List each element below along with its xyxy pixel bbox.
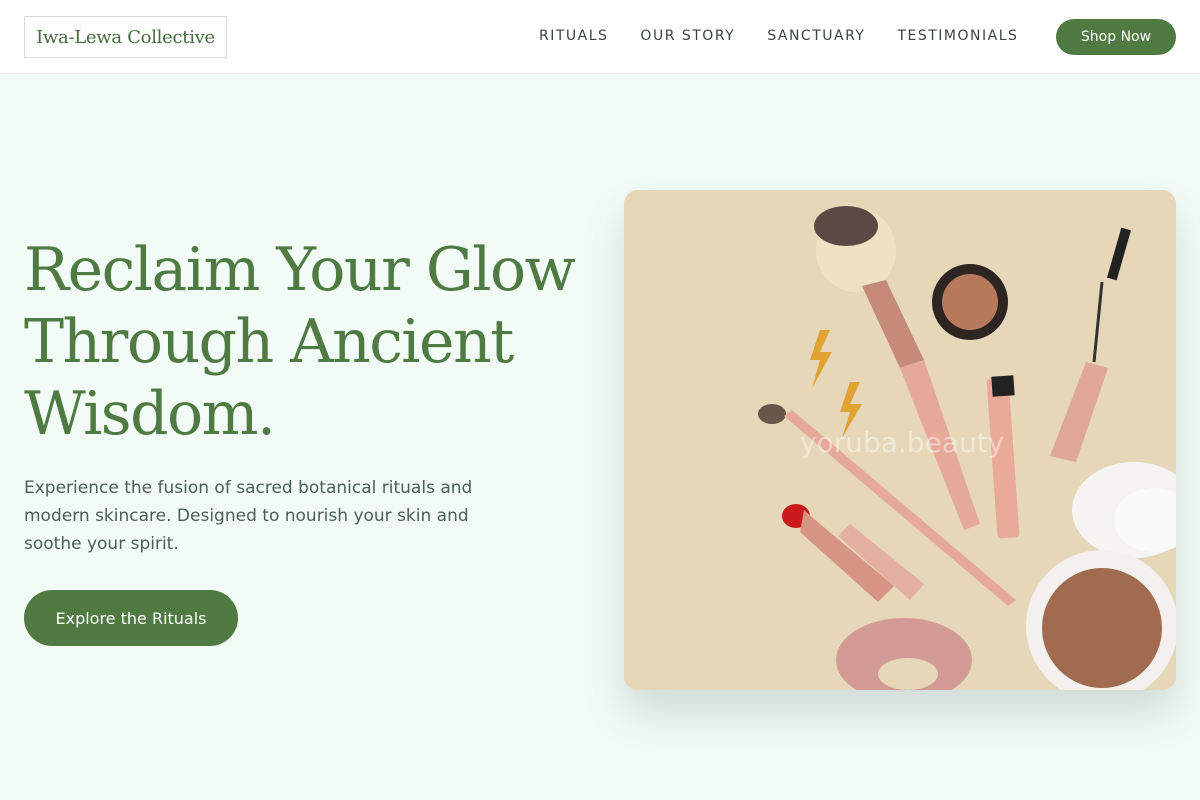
nav-link-testimonials[interactable]: TESTIMONIALS — [897, 28, 1018, 44]
hero-title-line: Through Ancient — [24, 307, 514, 377]
main-nav: RITUALS OUR STORY SANCTUARY TESTIMONIALS — [539, 0, 1050, 72]
hero-description: Experience the fusion of sacred botanica… — [24, 478, 473, 554]
nav-link-sanctuary[interactable]: SANCTUARY — [767, 28, 865, 44]
hero-title-line: Wisdom. — [24, 379, 276, 449]
cream-jar-icon — [932, 264, 1008, 340]
hero-product-image: yoruba.beauty — [624, 190, 1176, 690]
hero-title-line: Reclaim Your Glow — [24, 235, 576, 305]
site-header: Iwa-Lewa Collective RITUALS OUR STORY SA… — [0, 0, 1200, 74]
shop-now-button[interactable]: Shop Now — [1056, 19, 1176, 55]
brand-logo[interactable]: Iwa-Lewa Collective — [24, 16, 227, 58]
hero-title: Reclaim Your Glow Through Ancient Wisdom… — [24, 234, 604, 450]
image-watermark: yoruba.beauty — [800, 426, 1005, 459]
nav-link-rituals[interactable]: RITUALS — [539, 28, 608, 44]
explore-rituals-button[interactable]: Explore the Rituals — [24, 590, 238, 646]
nav-link-our-story[interactable]: OUR STORY — [640, 28, 735, 44]
